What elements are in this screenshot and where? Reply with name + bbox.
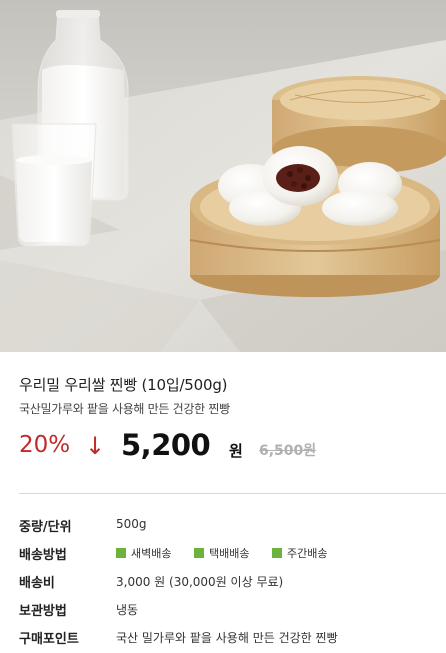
sale-price: 5,200	[121, 428, 211, 462]
fee-value: 3,000 원 (30,000원 이상 무료)	[116, 575, 284, 589]
storage-value: 냉동	[116, 603, 139, 617]
weight-label: 중량/단위	[19, 520, 72, 535]
point-label: 구매포인트	[19, 632, 79, 647]
original-price: 6,500원	[259, 443, 317, 459]
check-square-icon	[116, 548, 126, 558]
shipping-label: 배송방법	[19, 548, 67, 563]
product-photo	[0, 0, 446, 352]
product-info: 우리밀 우리쌀 찐빵 (10입/500g) 국산밀가루와 팥을 사용해 만든 건…	[0, 352, 446, 653]
product-title: 우리밀 우리쌀 찐빵 (10입/500g)	[19, 376, 228, 394]
down-arrow-icon: ↓	[85, 432, 106, 460]
shipping-option-dawn[interactable]: 새벽배송	[116, 545, 171, 561]
storage-label: 보관방법	[19, 604, 67, 619]
product-subtitle: 국산밀가루와 팥을 사용해 만든 건강한 찐빵	[19, 402, 230, 416]
discount-rate: 20%	[19, 432, 71, 458]
shipping-option-label: 주간배송	[287, 547, 328, 560]
weight-value: 500g	[116, 517, 147, 531]
milk-glass	[11, 123, 97, 247]
shipping-option-label: 새벽배송	[131, 547, 172, 560]
shipping-option-day[interactable]: 주간배송	[272, 545, 327, 561]
divider	[19, 493, 446, 494]
shipping-option-parcel[interactable]: 택배배송	[194, 545, 249, 561]
fee-label: 배송비	[19, 576, 55, 591]
shipping-option-label: 택배배송	[209, 547, 250, 560]
check-square-icon	[272, 548, 282, 558]
product-image	[0, 0, 446, 352]
point-value: 국산 밀가루와 팥을 사용해 만든 건강한 찐빵	[116, 631, 338, 645]
price-unit: 원	[229, 442, 243, 460]
check-square-icon	[194, 548, 204, 558]
